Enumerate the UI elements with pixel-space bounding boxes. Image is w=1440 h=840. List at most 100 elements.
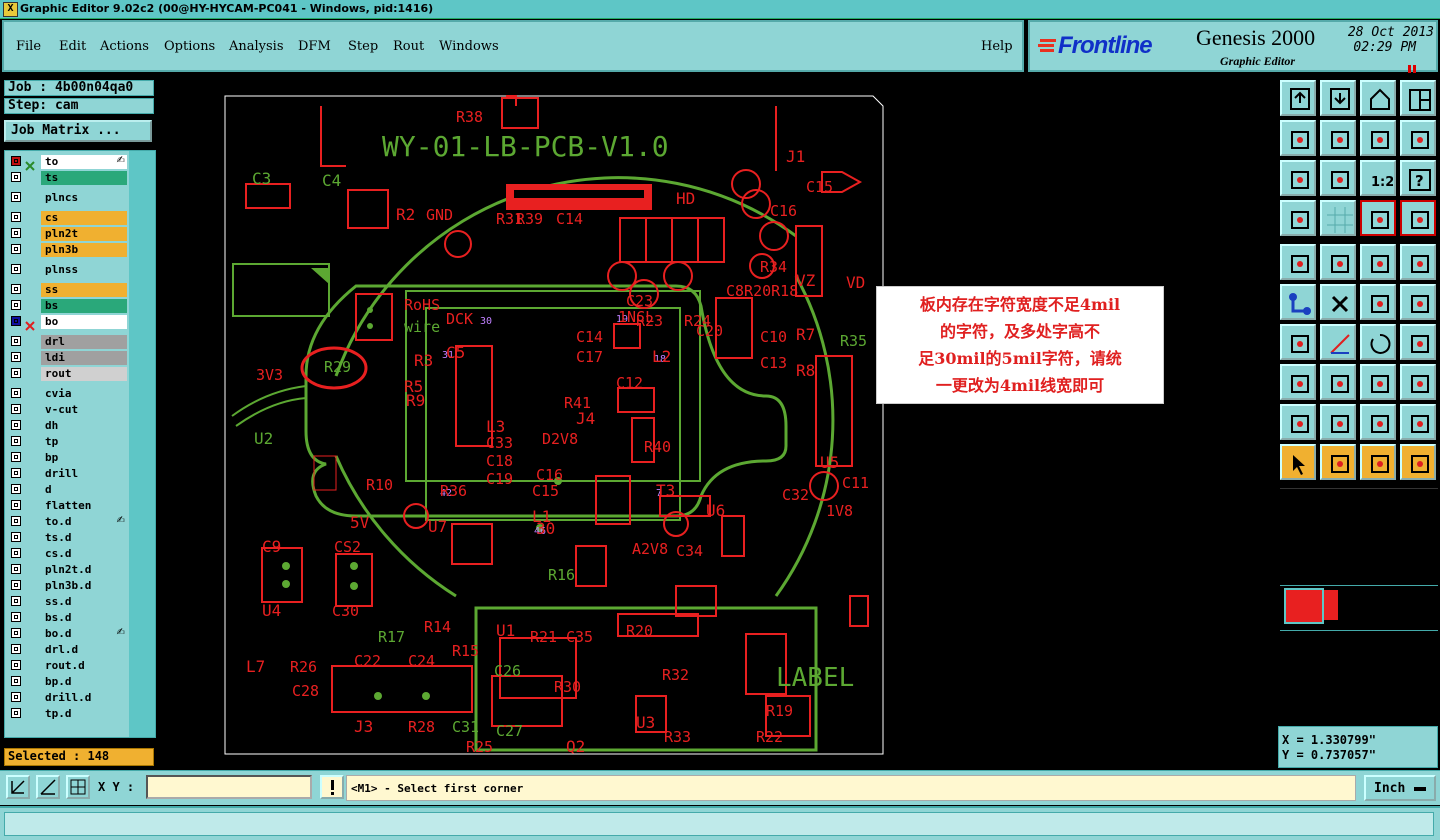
layer-affected-checkbox[interactable] — [11, 660, 21, 670]
layer-affected-checkbox[interactable] — [11, 156, 21, 166]
layer-affected-checkbox[interactable] — [11, 192, 21, 202]
tool-button[interactable] — [1280, 444, 1316, 480]
layer-affected-checkbox[interactable] — [11, 300, 21, 310]
layer-affected-checkbox[interactable] — [11, 548, 21, 558]
layer-row[interactable]: rout — [9, 367, 127, 381]
tool-button[interactable] — [1360, 324, 1396, 360]
layer-row[interactable]: to ✍ — [9, 155, 127, 171]
layer-row[interactable]: ldi — [9, 351, 127, 365]
secondary-color-swatch[interactable] — [1324, 590, 1338, 620]
layer-row[interactable]: drill — [9, 467, 127, 481]
tool-button[interactable] — [1320, 444, 1356, 480]
tool-button[interactable] — [1400, 244, 1436, 280]
layer-affected-checkbox[interactable] — [11, 420, 21, 430]
layer-row[interactable]: bo.d ✍ — [9, 627, 127, 641]
pcb-drawing[interactable]: 30 1931 1842 746 WY-01-LB-PCB-V1.0R38J1C3 C4… — [156, 76, 1276, 770]
layer-row[interactable]: drill.d — [9, 691, 127, 705]
layer-row[interactable]: plncs — [9, 191, 127, 205]
tool-button[interactable]: 1:2 — [1360, 160, 1396, 196]
layer-affected-checkbox[interactable] — [11, 564, 21, 574]
tool-button[interactable] — [1280, 120, 1316, 156]
tool-button[interactable] — [1280, 284, 1316, 320]
layer-affected-checkbox[interactable] — [11, 336, 21, 346]
job-matrix-button[interactable]: Job Matrix ... — [4, 120, 152, 142]
grid-snap-button[interactable] — [66, 775, 90, 799]
tool-button[interactable] — [1280, 200, 1316, 236]
pause-icon[interactable] — [1408, 58, 1418, 73]
tool-button[interactable] — [1280, 80, 1316, 116]
layer-row[interactable]: dh — [9, 419, 127, 433]
menu-rout[interactable]: Rout — [393, 39, 424, 54]
layer-affected-checkbox[interactable] — [11, 212, 21, 222]
layer-affected-checkbox[interactable] — [11, 596, 21, 606]
layer-affected-checkbox[interactable] — [11, 352, 21, 362]
layer-row[interactable]: bp — [9, 451, 127, 465]
tool-button[interactable] — [1400, 324, 1436, 360]
tool-button[interactable] — [1400, 80, 1436, 116]
layer-row[interactable]: pln2t — [9, 227, 127, 241]
menu-dfm[interactable]: DFM — [298, 39, 331, 54]
tool-button[interactable]: ? — [1400, 160, 1436, 196]
tool-button[interactable] — [1320, 160, 1356, 196]
tool-button[interactable] — [1360, 404, 1396, 440]
layer-affected-checkbox[interactable] — [11, 532, 21, 542]
menu-options[interactable]: Options — [164, 39, 215, 54]
active-color-swatch[interactable] — [1284, 588, 1324, 624]
layer-row[interactable]: ts.d — [9, 531, 127, 545]
layer-row[interactable]: d — [9, 483, 127, 497]
tool-button[interactable] — [1360, 444, 1396, 480]
tool-button[interactable] — [1360, 244, 1396, 280]
tool-button[interactable] — [1360, 80, 1396, 116]
tool-button[interactable] — [1320, 364, 1356, 400]
tool-button[interactable] — [1320, 404, 1356, 440]
tool-button[interactable] — [1320, 244, 1356, 280]
measure-button[interactable] — [36, 775, 60, 799]
graphic-canvas[interactable]: 30 19 31 18 42 7 46 WY-01-LB-PCB-V1.0 R38 J1 C3 C4… — [156, 76, 1276, 770]
tool-button[interactable] — [1280, 404, 1316, 440]
tool-button[interactable] — [1280, 324, 1316, 360]
layer-affected-checkbox[interactable] — [11, 228, 21, 238]
menu-help[interactable]: Help — [981, 39, 1013, 54]
menu-actions[interactable]: Actions — [100, 39, 149, 54]
menu-analysis[interactable]: Analysis — [229, 39, 284, 54]
layer-affected-checkbox[interactable] — [11, 284, 21, 294]
window-titlebar[interactable]: X Graphic Editor 9.02c2 (00@HY-HYCAM-PC0… — [0, 0, 1440, 19]
tool-button[interactable] — [1400, 404, 1436, 440]
layer-affected-checkbox[interactable] — [11, 692, 21, 702]
layer-affected-checkbox[interactable] — [11, 612, 21, 622]
layer-row[interactable]: bs — [9, 299, 127, 313]
layer-affected-checkbox[interactable] — [11, 368, 21, 378]
layer-affected-checkbox[interactable] — [11, 468, 21, 478]
tool-button[interactable] — [1400, 364, 1436, 400]
tool-button[interactable] — [1320, 284, 1356, 320]
layer-row[interactable]: pln3b.d — [9, 579, 127, 593]
layer-row[interactable]: pln2t.d — [9, 563, 127, 577]
layer-row[interactable]: bp.d — [9, 675, 127, 689]
layer-affected-checkbox[interactable] — [11, 388, 21, 398]
tool-button[interactable] — [1400, 284, 1436, 320]
layer-row[interactable]: cvia — [9, 387, 127, 401]
menu-edit[interactable]: Edit — [59, 39, 86, 54]
layer-affected-checkbox[interactable] — [11, 436, 21, 446]
tool-button[interactable] — [1400, 200, 1436, 236]
units-dropdown[interactable]: Inch — [1364, 775, 1436, 801]
layer-row[interactable]: v-cut — [9, 403, 127, 417]
tool-button[interactable] — [1280, 244, 1316, 280]
layer-affected-checkbox[interactable] — [11, 244, 21, 254]
layer-affected-checkbox[interactable] — [11, 172, 21, 182]
layer-row[interactable]: ss.d — [9, 595, 127, 609]
layer-affected-checkbox[interactable] — [11, 316, 21, 326]
layer-row[interactable]: to.d ✍ — [9, 515, 127, 529]
layer-affected-checkbox[interactable] — [11, 676, 21, 686]
layer-row[interactable]: plnss — [9, 263, 127, 277]
layer-row[interactable]: flatten — [9, 499, 127, 513]
tool-button[interactable] — [1320, 200, 1356, 236]
alert-button[interactable] — [320, 775, 344, 799]
menu-file[interactable]: File — [16, 39, 41, 54]
tool-button[interactable] — [1360, 200, 1396, 236]
tool-button[interactable] — [1360, 120, 1396, 156]
tool-button[interactable] — [1320, 80, 1356, 116]
layer-row[interactable]: ts — [9, 171, 127, 185]
tool-button[interactable] — [1320, 324, 1356, 360]
layer-row[interactable]: bo — [9, 315, 127, 331]
